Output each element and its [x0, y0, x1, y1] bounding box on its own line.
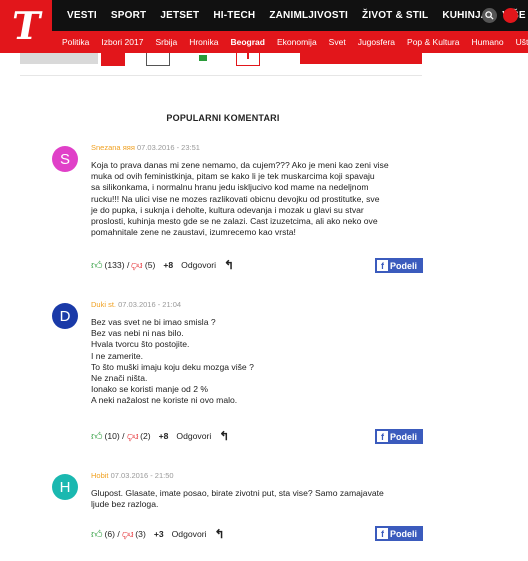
- subnav-humano[interactable]: Humano: [465, 37, 509, 47]
- dislike-count: (3): [135, 529, 146, 539]
- comment-actions: 👍︎ (133) / 👍︎ (5) +8 Odgovori ↰: [91, 258, 235, 272]
- share-label: Podeli: [390, 431, 418, 442]
- thumbs-up-icon[interactable]: 👍︎: [91, 528, 103, 541]
- search-button[interactable]: [482, 8, 497, 23]
- subnav-politika[interactable]: Politika: [56, 37, 95, 47]
- share-label: Podeli: [390, 528, 418, 539]
- comment-meta: Duki st. 07.03.2016 - 21:04: [91, 300, 431, 309]
- comment-text: Bez vas svet ne bi imao smisla ? Bez vas…: [91, 317, 254, 406]
- nav-hi-tech[interactable]: HI-TECH: [206, 10, 262, 21]
- share-label: Podeli: [390, 260, 418, 271]
- subnav-pop-kultura[interactable]: Pop & Kultura: [401, 37, 465, 47]
- comment-actions: 👍︎ (6) / 👍︎ (3) +3 Odgovori ↰: [91, 527, 225, 541]
- comment-author[interactable]: Duki st.: [91, 300, 116, 309]
- divider: [20, 75, 422, 76]
- toolbar-outline-tab[interactable]: [236, 53, 260, 66]
- comment-author[interactable]: Snezana яяя: [91, 143, 135, 152]
- nav-zivot-stil[interactable]: ŽIVOT & STIL: [355, 10, 435, 21]
- comment-item: Hobit 07.03.2016 - 21:50 Glupost. Glasat…: [91, 471, 431, 510]
- user-menu-button[interactable]: [503, 8, 518, 23]
- reply-button[interactable]: Odgovori: [176, 431, 211, 441]
- avatar-initial: D: [59, 307, 71, 325]
- reply-arrow-icon[interactable]: ↰: [215, 527, 225, 541]
- comment-item: Snezana яяя 07.03.2016 - 23:51 Koja to p…: [91, 143, 431, 238]
- avatar: S: [52, 146, 78, 172]
- section-title: POPULARNI KOMENTARI: [166, 113, 280, 123]
- avatar: H: [52, 474, 78, 500]
- reply-arrow-icon[interactable]: ↰: [219, 429, 229, 443]
- comment-meta: Hobit 07.03.2016 - 21:50: [91, 471, 431, 480]
- thumbs-down-icon[interactable]: 👍︎: [122, 528, 134, 541]
- like-count: (133): [104, 260, 125, 270]
- dislike-count: (5): [144, 260, 156, 270]
- dislike-count: (2): [140, 431, 151, 441]
- subnav-uste[interactable]: Ušte: [510, 37, 528, 47]
- search-icon: [485, 11, 494, 20]
- comment-actions: 👍︎ (10) / 👍︎ (2) +8 Odgovori ↰: [91, 429, 230, 443]
- comment-text: Koja to prava danas mi zene nemamo, da c…: [91, 160, 389, 238]
- subnav-hronika[interactable]: Hronika: [183, 37, 224, 47]
- thumbs-up-icon[interactable]: 👍︎: [91, 259, 103, 272]
- subnav-svet[interactable]: Svet: [323, 37, 352, 47]
- subnav-izbori[interactable]: Izbori 2017: [95, 37, 149, 47]
- comment-item: Duki st. 07.03.2016 - 21:04 Bez vas svet…: [91, 300, 431, 407]
- comment-date: 07.03.2016 - 23:51: [136, 143, 200, 152]
- facebook-icon: f: [377, 528, 388, 539]
- avatar-initial: H: [59, 478, 71, 496]
- article-toolbar-strip: [0, 53, 528, 76]
- comment-text: Glupost. Glasate, imate posao, birate zi…: [91, 488, 384, 510]
- share-green-icon[interactable]: [191, 53, 215, 66]
- facebook-icon: f: [377, 431, 388, 442]
- subnav-srbija[interactable]: Srbija: [149, 37, 183, 47]
- avatar-initial: S: [59, 150, 70, 168]
- comment-date: 07.03.2016 - 21:50: [110, 471, 174, 480]
- facebook-share-button[interactable]: f Podeli: [375, 258, 423, 273]
- nav-sport[interactable]: SPORT: [104, 10, 153, 21]
- reply-arrow-icon[interactable]: ↰: [224, 258, 234, 272]
- facebook-icon: f: [377, 260, 388, 271]
- subnav-jugosfera[interactable]: Jugosfera: [352, 37, 401, 47]
- reply-button[interactable]: Odgovori: [172, 529, 207, 539]
- avatar: D: [52, 303, 78, 329]
- subnav-beograd[interactable]: Beograd: [225, 37, 271, 47]
- calendar-icon[interactable]: [146, 53, 170, 66]
- thumbs-down-icon[interactable]: 👍︎: [131, 259, 143, 272]
- comment-score: +8: [163, 260, 174, 270]
- reply-button[interactable]: Odgovori: [181, 260, 216, 270]
- nav-zanimljivosti[interactable]: ZANIMLJIVOSTI: [262, 10, 355, 21]
- sub-nav-bar: Politika Izbori 2017 Srbija Hronika Beog…: [0, 31, 528, 53]
- facebook-share-button[interactable]: f Podeli: [375, 526, 423, 541]
- site-logo[interactable]: T: [0, 0, 52, 52]
- main-nav: VESTI SPORT JETSET HI-TECH ZANIMLJIVOSTI…: [60, 0, 528, 31]
- toolbar-red-tab[interactable]: [101, 53, 125, 66]
- comment-cta-button[interactable]: [300, 53, 422, 64]
- subnav-ekonomija[interactable]: Ekonomija: [271, 37, 323, 47]
- nav-vesti[interactable]: VESTI: [60, 10, 104, 21]
- logo-letter: T: [7, 3, 45, 48]
- comment-score: +3: [153, 529, 164, 539]
- thumbs-down-icon[interactable]: 👍︎: [127, 430, 139, 443]
- facebook-share-button[interactable]: f Podeli: [375, 429, 423, 444]
- top-nav-bar: VESTI SPORT JETSET HI-TECH ZANIMLJIVOSTI…: [0, 0, 528, 31]
- sub-nav: Politika Izbori 2017 Srbija Hronika Beog…: [56, 31, 528, 53]
- toolbar-gray-block: [20, 53, 98, 64]
- thumbs-up-icon[interactable]: 👍︎: [91, 430, 103, 443]
- comment-author[interactable]: Hobit: [91, 471, 109, 480]
- like-count: (6): [104, 529, 116, 539]
- nav-jetset[interactable]: JETSET: [153, 10, 206, 21]
- comment-score: +8: [158, 431, 169, 441]
- comment-date: 07.03.2016 - 21:04: [118, 300, 182, 309]
- comment-meta: Snezana яяя 07.03.2016 - 23:51: [91, 143, 431, 152]
- like-count: (10): [104, 431, 120, 441]
